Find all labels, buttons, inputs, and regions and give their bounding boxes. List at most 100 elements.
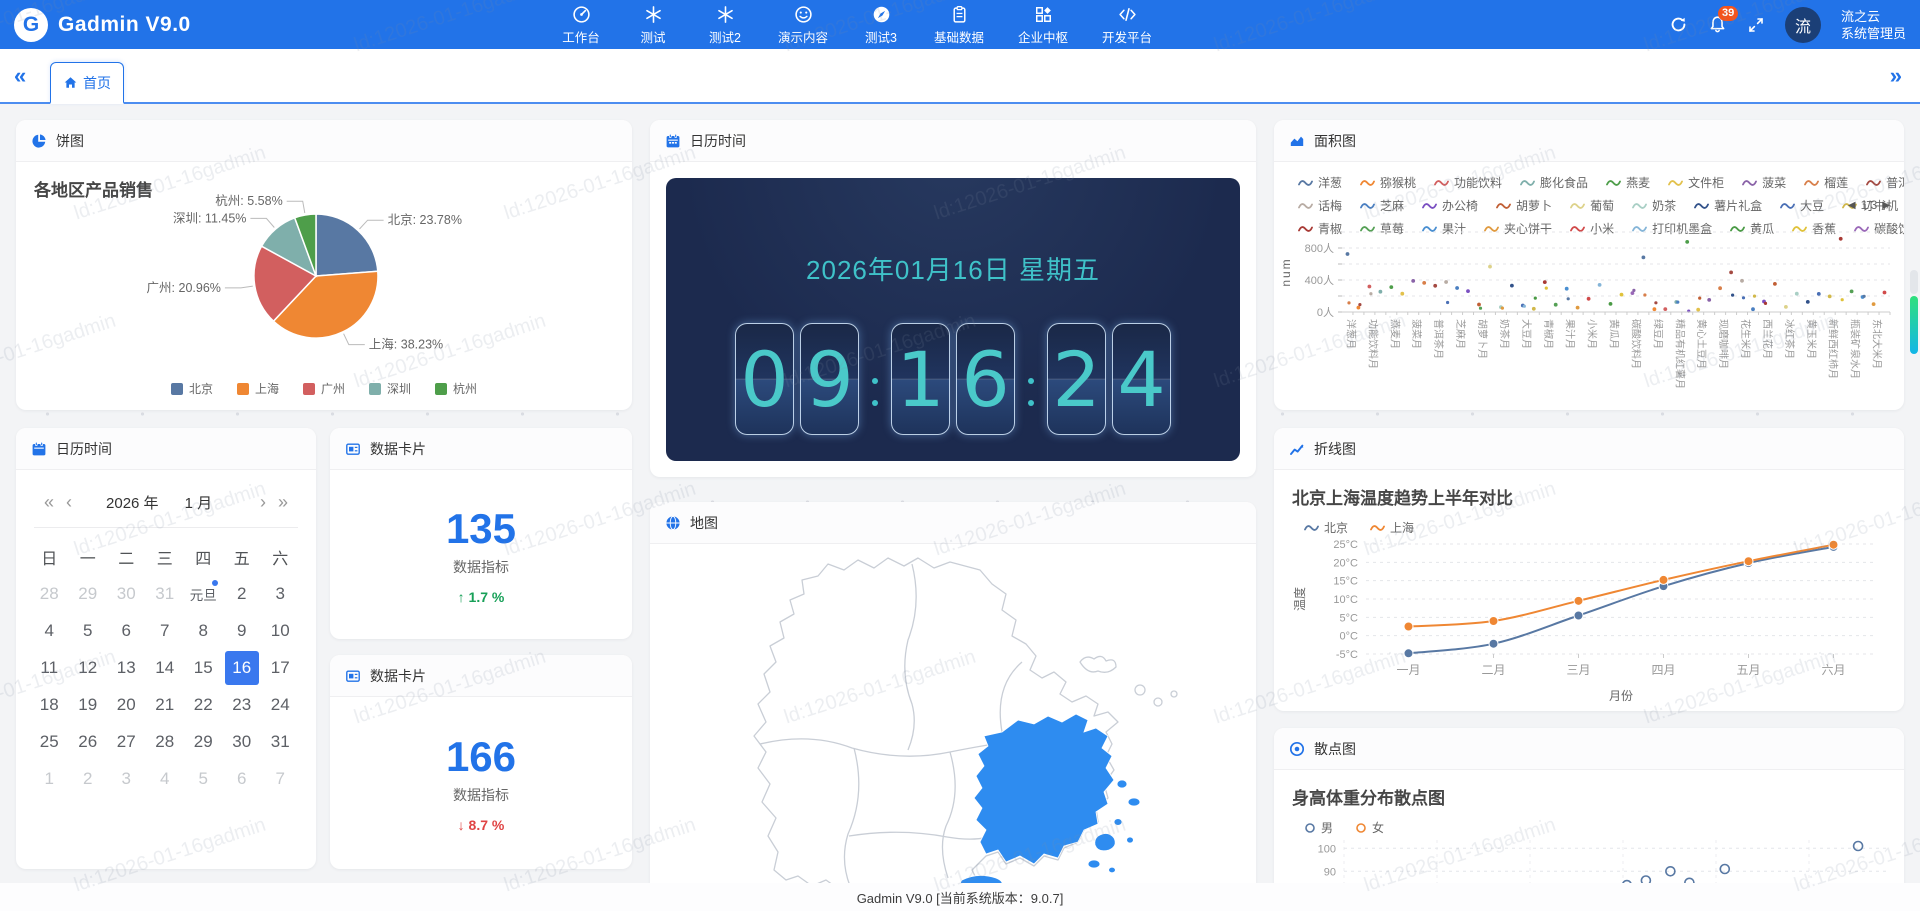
calendar-day-1[interactable]: 1 <box>30 760 69 797</box>
calendar-day-3[interactable]: 3 <box>107 760 146 797</box>
calendar-day-31[interactable]: 31 <box>146 575 185 612</box>
user-info[interactable]: 流之云 系统管理员 <box>1841 8 1906 42</box>
area-legend-item-菠菜[interactable]: 菠菜 <box>1742 174 1786 191</box>
calendar-day-29[interactable]: 29 <box>184 723 223 760</box>
calendar-day-28[interactable]: 28 <box>30 575 69 612</box>
calendar-day-4[interactable]: 4 <box>30 612 69 649</box>
area-chart[interactable]: 0人400人800人num洋葱月功能饮料月燕麦月菠菜月普洱茶月芝麻月胡萝卜月奶茶… <box>1274 224 1904 410</box>
calendar-day-元旦[interactable]: 元旦 <box>184 575 223 612</box>
calendar-day-19[interactable]: 19 <box>69 686 108 723</box>
calendar-day-2[interactable]: 2 <box>223 575 262 612</box>
area-legend-item-奶茶[interactable]: 奶茶 <box>1632 197 1676 214</box>
calendar-day-30[interactable]: 30 <box>107 575 146 612</box>
calendar-day-16[interactable]: 16 <box>223 649 262 686</box>
tabs-collapse-button[interactable]: « <box>14 63 26 89</box>
refresh-button[interactable] <box>1669 15 1688 34</box>
calendar-day-22[interactable]: 22 <box>184 686 223 723</box>
calendar-day-2[interactable]: 2 <box>69 760 108 797</box>
nav-item-企业中枢[interactable]: 企业中枢 <box>1006 1 1080 49</box>
calendar-next-button[interactable]: › <box>254 492 272 513</box>
weekday-六: 六 <box>261 538 300 575</box>
area-legend-item-芝麻[interactable]: 芝麻 <box>1360 197 1404 214</box>
area-legend-item-葡萄[interactable]: 葡萄 <box>1570 197 1614 214</box>
legend-line-icon <box>1422 202 1437 210</box>
nav-item-测试2[interactable]: 测试2 <box>694 1 756 49</box>
area-legend-item-燕麦[interactable]: 燕麦 <box>1606 174 1650 191</box>
area-legend-item-话梅[interactable]: 话梅 <box>1298 197 1342 214</box>
area-legend-item-胡萝卜[interactable]: 胡萝卜 <box>1496 197 1552 214</box>
clock-digit: 0 <box>735 323 794 435</box>
pie-legend-item-广州[interactable]: 广州 <box>303 380 345 397</box>
calendar-month-label[interactable]: 1 月 <box>185 492 213 513</box>
calendar-day-13[interactable]: 13 <box>107 649 146 686</box>
calendar-day-9[interactable]: 9 <box>223 612 262 649</box>
calendar-fast-prev-button[interactable]: « <box>38 492 60 513</box>
calendar-fast-next-button[interactable]: » <box>272 492 294 513</box>
calendar-day-26[interactable]: 26 <box>69 723 108 760</box>
nav-item-演示内容[interactable]: 演示内容 <box>766 1 840 49</box>
page-scrollbar[interactable] <box>1910 270 1918 354</box>
calendar-day-5[interactable]: 5 <box>69 612 108 649</box>
pie-chart[interactable]: 北京: 23.78%上海: 38.23%广州: 20.96%深圳: 11.45%… <box>16 176 632 372</box>
area-legend-item-大豆[interactable]: 大豆 <box>1780 197 1824 214</box>
area-legend-item-薯片礼盒[interactable]: 薯片礼盒 <box>1694 197 1762 214</box>
area-legend-item-猕猴桃[interactable]: 猕猴桃 <box>1360 174 1416 191</box>
line-legend-item-上海[interactable]: 上海 <box>1370 519 1414 536</box>
user-avatar[interactable]: 流 <box>1785 7 1821 43</box>
calendar-day-31[interactable]: 31 <box>261 723 300 760</box>
nav-item-工作台[interactable]: 工作台 <box>550 1 612 49</box>
legend-next-icon[interactable]: ▶ <box>1882 200 1890 211</box>
area-legend-item-普洱茶[interactable]: 普洱茶 <box>1866 174 1904 191</box>
calendar-day-12[interactable]: 12 <box>69 649 108 686</box>
calendar-day-15[interactable]: 15 <box>184 649 223 686</box>
calendar-year-label[interactable]: 2026 年 <box>106 492 159 513</box>
pie-legend-item-上海[interactable]: 上海 <box>237 380 279 397</box>
calendar-day-18[interactable]: 18 <box>30 686 69 723</box>
calendar-day-10[interactable]: 10 <box>261 612 300 649</box>
nav-item-基础数据[interactable]: 基础数据 <box>922 1 996 49</box>
nav-item-测试[interactable]: 测试 <box>622 1 684 49</box>
pie-legend-item-北京[interactable]: 北京 <box>171 380 213 397</box>
tab-home[interactable]: 首页 <box>50 62 124 104</box>
calendar-day-7[interactable]: 7 <box>146 612 185 649</box>
pie-legend-item-杭州[interactable]: 杭州 <box>435 380 477 397</box>
calendar-day-3[interactable]: 3 <box>261 575 300 612</box>
pie-legend-item-深圳[interactable]: 深圳 <box>369 380 411 397</box>
area-legend-item-功能饮料[interactable]: 功能饮料 <box>1434 174 1502 191</box>
calendar-day-5[interactable]: 5 <box>184 760 223 797</box>
scrollbar-thumb[interactable] <box>1910 296 1918 354</box>
panel-line-title: 折线图 <box>1314 439 1356 459</box>
line-chart[interactable]: -5°C0°C5°C10°C15°C20°C25°C一月二月三月四月五月六月温度… <box>1274 536 1904 708</box>
calendar-day-28[interactable]: 28 <box>146 723 185 760</box>
calendar-day-27[interactable]: 27 <box>107 723 146 760</box>
legend-prev-icon[interactable]: ◀ <box>1848 200 1856 211</box>
area-legend-item-洋葱[interactable]: 洋葱 <box>1298 174 1342 191</box>
calendar-day-21[interactable]: 21 <box>146 686 185 723</box>
notifications-button[interactable]: 39 <box>1708 15 1727 34</box>
calendar-day-7[interactable]: 7 <box>261 760 300 797</box>
calendar-day-6[interactable]: 6 <box>107 612 146 649</box>
calendar-day-8[interactable]: 8 <box>184 612 223 649</box>
calendar-day-23[interactable]: 23 <box>223 686 262 723</box>
area-legend-item-榴莲[interactable]: 榴莲 <box>1804 174 1848 191</box>
nav-item-开发平台[interactable]: 开发平台 <box>1090 1 1164 49</box>
calendar-prev-button[interactable]: ‹ <box>60 492 78 513</box>
area-legend-item-办公椅[interactable]: 办公椅 <box>1422 197 1478 214</box>
calendar-day-29[interactable]: 29 <box>69 575 108 612</box>
calendar-day-4[interactable]: 4 <box>146 760 185 797</box>
calendar-day-14[interactable]: 14 <box>146 649 185 686</box>
calendar-day-17[interactable]: 17 <box>261 649 300 686</box>
calendar-day-25[interactable]: 25 <box>30 723 69 760</box>
calendar-day-24[interactable]: 24 <box>261 686 300 723</box>
calendar-day-6[interactable]: 6 <box>223 760 262 797</box>
area-legend-item-文件柜[interactable]: 文件柜 <box>1668 174 1724 191</box>
fullscreen-button[interactable] <box>1747 16 1765 34</box>
calendar-day-20[interactable]: 20 <box>107 686 146 723</box>
province-map[interactable] <box>650 544 1256 911</box>
area-legend-item-膨化食品[interactable]: 膨化食品 <box>1520 174 1588 191</box>
line-legend-item-北京[interactable]: 北京 <box>1304 519 1348 536</box>
nav-item-测试3[interactable]: 测试3 <box>850 1 912 49</box>
tabs-expand-button[interactable]: » <box>1890 63 1902 89</box>
calendar-day-30[interactable]: 30 <box>223 723 262 760</box>
calendar-day-11[interactable]: 11 <box>30 649 69 686</box>
